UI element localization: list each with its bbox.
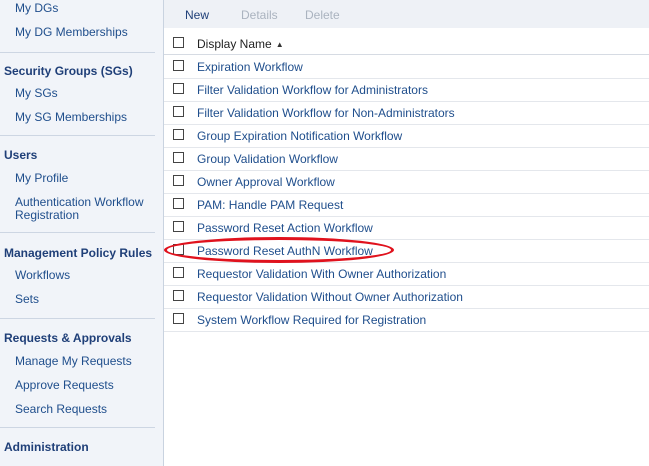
workflow-link[interactable]: Group Expiration Notification Workflow [197, 129, 402, 143]
list-item: PAM: Handle PAM Request [164, 193, 649, 217]
list-item: Owner Approval Workflow [164, 170, 649, 194]
workflow-link[interactable]: Requestor Validation With Owner Authoriz… [197, 267, 446, 281]
row-checkbox[interactable] [173, 83, 184, 94]
row-checkbox[interactable] [173, 129, 184, 140]
workflow-link[interactable]: System Workflow Required for Registratio… [197, 313, 426, 327]
workflow-link[interactable]: Filter Validation Workflow for Administr… [197, 83, 428, 97]
nav-item-sets[interactable]: Sets [15, 293, 39, 306]
nav-group-requests-approvals[interactable]: Requests & Approvals [4, 331, 132, 345]
list-item: Requestor Validation Without Owner Autho… [164, 285, 649, 309]
list-item: Requestor Validation With Owner Authoriz… [164, 262, 649, 286]
new-button[interactable]: New [185, 8, 209, 22]
display-name-header-label: Display Name [197, 37, 272, 51]
list-toolbar: New Details Delete [164, 0, 649, 28]
nav-item-approve-requests[interactable]: Approve Requests [15, 379, 114, 392]
row-checkbox[interactable] [173, 267, 184, 278]
row-checkbox[interactable] [173, 175, 184, 186]
workflow-link[interactable]: Expiration Workflow [197, 60, 303, 74]
list-item: Expiration Workflow [164, 55, 649, 79]
nav-group-management-policy-rules[interactable]: Management Policy Rules [4, 246, 152, 260]
nav-group-security-groups[interactable]: Security Groups (SGs) [4, 64, 133, 78]
row-checkbox[interactable] [173, 290, 184, 301]
row-checkbox[interactable] [173, 198, 184, 209]
list-item: Filter Validation Workflow for Administr… [164, 78, 649, 102]
highlight-annotation-ellipse [164, 237, 394, 263]
nav-separator [0, 318, 155, 319]
workflows-list-pane: New Details Delete Display Name ▲ Expirat… [164, 0, 649, 466]
list-header: Display Name ▲ [164, 31, 649, 55]
nav-group-administration[interactable]: Administration [4, 440, 89, 454]
sort-ascending-icon: ▲ [275, 40, 284, 50]
nav-item-my-sgs[interactable]: My SGs [15, 87, 58, 100]
nav-separator [0, 135, 155, 136]
nav-item-authentication-workflow-registration[interactable]: Authentication Workflow Registration [15, 196, 155, 222]
nav-separator [0, 232, 155, 233]
details-button[interactable]: Details [241, 8, 278, 22]
display-name-column-header[interactable]: Display Name ▲ [197, 37, 284, 51]
row-checkbox[interactable] [173, 106, 184, 117]
list-item: Group Expiration Notification Workflow [164, 124, 649, 148]
workflow-link[interactable]: Requestor Validation Without Owner Autho… [197, 290, 463, 304]
list-item: Group Validation Workflow [164, 147, 649, 171]
workflow-link[interactable]: Password Reset Action Workflow [197, 221, 373, 235]
nav-item-my-dg-memberships[interactable]: My DG Memberships [15, 26, 128, 39]
row-checkbox[interactable] [173, 221, 184, 232]
workflow-link[interactable]: Group Validation Workflow [197, 152, 338, 166]
row-checkbox[interactable] [173, 152, 184, 163]
nav-item-workflows[interactable]: Workflows [15, 269, 70, 282]
list-item: Filter Validation Workflow for Non-Admin… [164, 101, 649, 125]
row-checkbox[interactable] [173, 313, 184, 324]
list-item: System Workflow Required for Registratio… [164, 308, 649, 332]
workflow-link[interactable]: Owner Approval Workflow [197, 175, 335, 189]
left-navigation-pane: My DGs My DG Memberships Security Groups… [0, 0, 164, 466]
delete-button[interactable]: Delete [305, 8, 340, 22]
nav-item-my-sg-memberships[interactable]: My SG Memberships [15, 111, 127, 124]
nav-item-my-profile[interactable]: My Profile [15, 172, 68, 185]
workflow-link[interactable]: Filter Validation Workflow for Non-Admin… [197, 106, 455, 120]
workflow-link[interactable]: PAM: Handle PAM Request [197, 198, 343, 212]
select-all-checkbox[interactable] [173, 37, 184, 48]
nav-item-my-dgs[interactable]: My DGs [15, 2, 58, 15]
nav-item-search-requests[interactable]: Search Requests [15, 403, 107, 416]
nav-separator [0, 427, 155, 428]
row-checkbox[interactable] [173, 60, 184, 71]
nav-group-users[interactable]: Users [4, 148, 37, 162]
nav-item-manage-my-requests[interactable]: Manage My Requests [15, 355, 132, 368]
nav-separator [0, 52, 155, 53]
list-item: Password Reset Action Workflow [164, 216, 649, 240]
